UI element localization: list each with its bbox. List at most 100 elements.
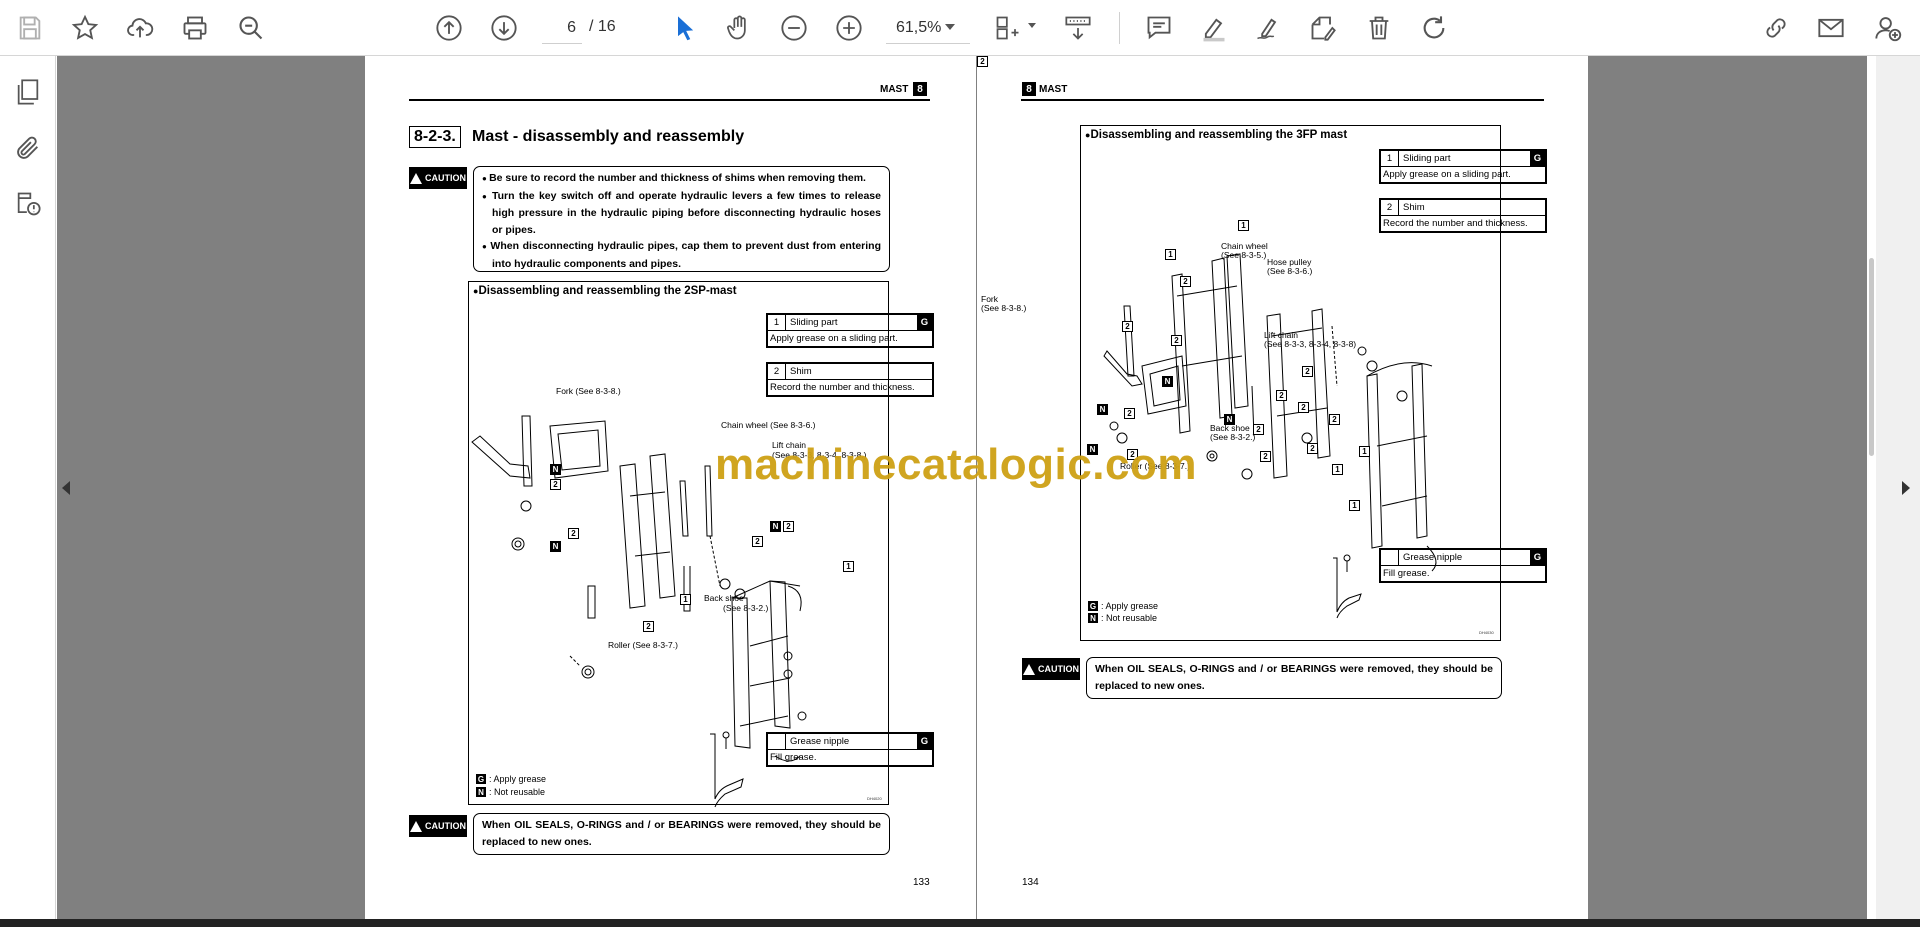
delete-icon[interactable] [1361,10,1397,46]
collapse-right-icon[interactable] [1902,481,1910,495]
pages-icon[interactable] [10,74,46,110]
legend-sliding-part: 1 Sliding part G Apply grease on a sliding… [766,313,934,348]
chevron-down-icon[interactable] [945,24,955,30]
figure-code: DH4030 [1479,630,1494,635]
marker-2: 2 [1298,402,1309,413]
right-panel-strip [1876,56,1920,919]
callout-chain-wheel: Chain wheel (See 8-3-6.) [721,420,816,430]
figure-code: DH4020 [867,796,882,801]
caution-badge: CAUTION [409,815,467,837]
cloud-upload-icon[interactable] [122,10,158,46]
page-total: / 16 [589,18,616,35]
email-icon[interactable] [1813,10,1849,46]
marker-2: 2 [1260,451,1271,462]
page-number: 134 [1022,877,1039,888]
legend-grease-nipple: Grease nipple G Fill grease. [766,732,934,767]
marker-2: 2 [1180,276,1191,287]
grease-nipple-drawing [1333,554,1362,619]
legend-name: Grease nipple [790,736,850,747]
attachment-icon[interactable] [10,130,46,166]
toolbar: / 16 61,5% [0,0,1920,56]
rotate-icon[interactable] [1416,10,1452,46]
marker-n: N [770,521,781,532]
minus-icon[interactable] [776,10,812,46]
comment-icon[interactable] [1141,10,1177,46]
bottom-caution: When OIL SEALS, O-RINGS and / or BEARING… [1086,657,1502,699]
bottom-bar [0,919,1920,927]
share-link-icon[interactable] [1758,10,1794,46]
key-grease: G: Apply grease [476,774,546,784]
toolbar-divider [1119,12,1120,44]
cursor-icon[interactable] [667,10,703,46]
layers-icon[interactable] [10,186,46,222]
marker-n: N [1097,404,1108,415]
caution-badge: CAUTION [409,167,467,189]
scrollbar[interactable] [1867,56,1876,919]
key-grease: G: Apply grease [1088,601,1158,611]
chevron-down-icon[interactable] [1028,23,1036,28]
left-nav-panel [0,56,56,927]
callout-fork-ref: (See 8-3-8.) [981,303,1027,313]
legend-name: Shim [790,366,812,377]
bottom-caution: When OIL SEALS, O-RINGS and / or BEARING… [473,813,890,855]
caution-label: CAUTION [1038,664,1079,674]
legend-num: 1 [768,315,786,330]
key-symbol: N [1088,613,1098,623]
key-not-reusable: N: Not reusable [476,787,545,797]
marker-1: 1 [1359,446,1370,457]
page-up-icon[interactable] [431,10,467,46]
stamp-icon[interactable] [1305,10,1341,46]
plus-icon[interactable] [831,10,867,46]
legend-flag: G [1530,550,1545,565]
key-text: : Not reusable [1101,613,1158,623]
header-rule [1021,99,1544,101]
sign-icon[interactable] [1250,10,1286,46]
add-user-icon[interactable] [1870,10,1906,46]
zoom-out-icon[interactable] [233,10,269,46]
figure-title: Disassembling and reassembling the 3FP m… [1085,129,1347,141]
marker-1: 1 [680,594,691,605]
key-symbol: G [476,774,486,784]
page-number-input[interactable] [542,12,582,44]
zoom-select[interactable]: 61,5% [886,12,970,44]
marker-1: 1 [843,561,854,572]
callout-back-shoe: Back shoe [704,593,744,603]
scrollbar-thumb[interactable] [1869,258,1874,456]
legend-num [768,734,786,749]
hand-icon[interactable] [721,10,757,46]
save-icon[interactable] [12,10,48,46]
marker-2: 2 [1302,366,1313,377]
legend-num: 2 [1381,200,1399,215]
print-icon[interactable] [177,10,213,46]
legend-num [1381,550,1399,565]
legend-name: Grease nipple [1403,552,1463,563]
collapse-left-icon[interactable] [62,481,70,495]
caution-notes: Be sure to record the number and thickne… [473,166,890,272]
callout-hose-pulley-ref: (See 8-3-6.) [1267,266,1313,276]
page-down-icon[interactable] [486,10,522,46]
marker-2: 2 [1122,321,1133,332]
page-layout-icon[interactable] [990,10,1026,46]
marker-1: 1 [1238,220,1249,231]
scroll-mode-icon[interactable] [1060,10,1096,46]
marker-n: N [1162,376,1173,387]
callout-roller: Roller (See 8-3-7.) [608,640,678,650]
marker-1: 1 [1349,500,1360,511]
marker-2: 2 [550,479,561,490]
note-item: Turn the key switch off and operate hydr… [482,188,881,239]
highlight-icon[interactable] [1196,10,1232,46]
marker-2: 2 [1307,443,1318,454]
page-header: MAST [880,84,909,95]
warning-icon [410,820,422,832]
star-icon[interactable] [67,10,103,46]
watermark: machinecatalogic.com [715,440,1197,489]
caution-badge: CAUTION [1022,658,1080,680]
callout-back-shoe-ref: (See 8-3-2.) [723,603,769,613]
caution-label: CAUTION [425,821,466,831]
note-item: When disconnecting hydraulic pipes, cap … [482,238,881,272]
marker-2: 2 [643,621,654,632]
key-text: : Not reusable [489,787,546,797]
marker-1: 1 [1165,249,1176,260]
marker-2: 2 [1329,414,1340,425]
legend-name: Sliding part [790,317,838,328]
